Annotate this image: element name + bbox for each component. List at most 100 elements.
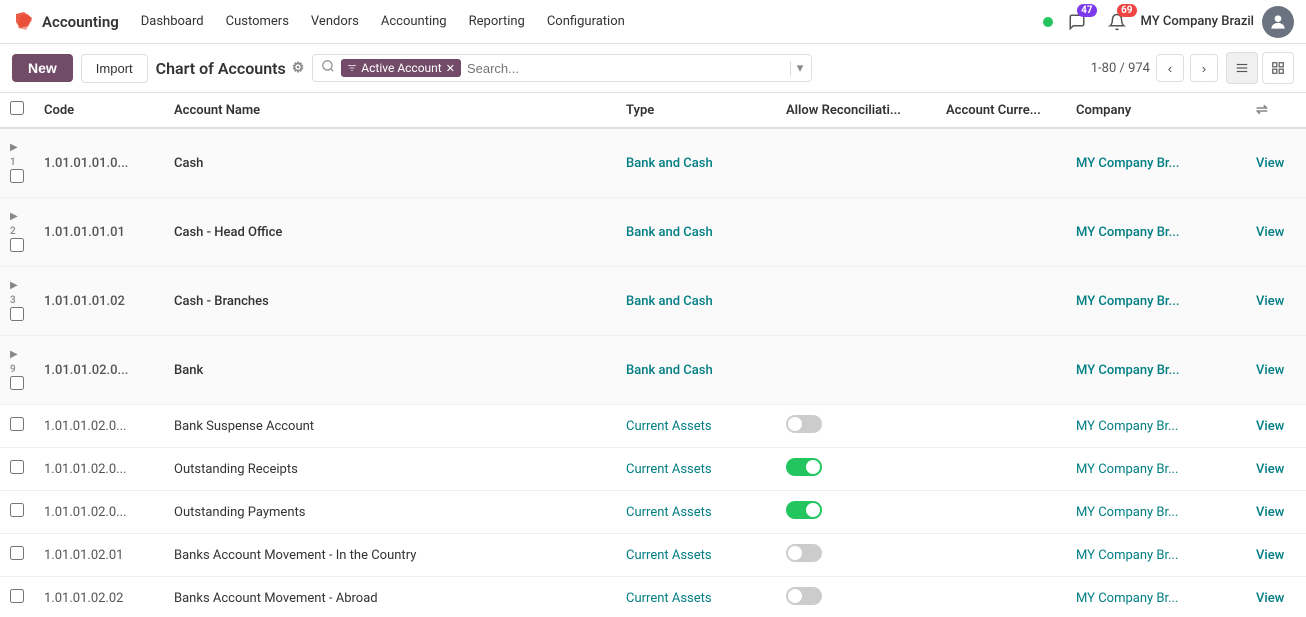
messages-badge: 47	[1077, 4, 1096, 17]
app-name: Accounting	[42, 13, 119, 31]
row-checkbox-cell	[0, 491, 34, 534]
active-account-filter[interactable]: Active Account ✕	[341, 59, 461, 77]
view-link[interactable]: View	[1256, 462, 1284, 477]
row-reconcile	[776, 267, 936, 336]
table-row: ▶ 3 1.01.01.01.02 Cash - Branches Bank a…	[0, 267, 1306, 336]
row-code: 1.01.01.02.01	[34, 534, 164, 577]
search-icon	[321, 59, 335, 77]
group-expand-icon[interactable]: ▶ 9	[10, 349, 20, 375]
row-currency	[936, 267, 1066, 336]
nav-accounting[interactable]: Accounting	[371, 8, 457, 35]
nav-reporting[interactable]: Reporting	[459, 8, 535, 35]
th-adjust[interactable]: ⇌	[1246, 93, 1306, 128]
reconcile-toggle[interactable]	[786, 587, 822, 605]
nav-right: 47 69 MY Company Brazil	[1043, 6, 1294, 38]
row-checkbox[interactable]	[10, 376, 24, 390]
search-input[interactable]	[467, 61, 784, 76]
row-checkbox[interactable]	[10, 460, 24, 474]
row-company: MY Company Br...	[1066, 491, 1246, 534]
row-currency	[936, 405, 1066, 448]
view-link[interactable]: View	[1256, 363, 1284, 378]
row-reconcile	[776, 491, 936, 534]
row-account-name: Cash	[164, 128, 616, 198]
th-currency[interactable]: Account Curre...	[936, 93, 1066, 128]
row-company: MY Company Br...	[1066, 128, 1246, 198]
kanban-view-button[interactable]	[1262, 52, 1294, 84]
view-link[interactable]: View	[1256, 591, 1284, 606]
top-nav: Accounting Dashboard Customers Vendors A…	[0, 0, 1306, 44]
column-adjust-icon[interactable]: ⇌	[1256, 102, 1268, 118]
th-type[interactable]: Type	[616, 93, 776, 128]
select-all-header[interactable]	[0, 93, 34, 128]
row-checkbox[interactable]	[10, 589, 24, 603]
view-link[interactable]: View	[1256, 225, 1284, 240]
row-checkbox[interactable]	[10, 546, 24, 560]
view-link[interactable]: View	[1256, 294, 1284, 309]
nav-vendors[interactable]: Vendors	[301, 8, 369, 35]
row-code: 1.01.01.01.02	[34, 267, 164, 336]
row-view-cell: View	[1246, 577, 1306, 615]
table-row: 1.01.01.02.0... Outstanding Receipts Cur…	[0, 448, 1306, 491]
view-link[interactable]: View	[1256, 505, 1284, 520]
row-checkbox-cell	[0, 577, 34, 615]
row-checkbox-cell: ▶ 2	[0, 198, 34, 267]
table-row: ▶ 2 1.01.01.01.01 Cash - Head Office Ban…	[0, 198, 1306, 267]
row-code: 1.01.01.01.0...	[34, 128, 164, 198]
user-avatar[interactable]	[1262, 6, 1294, 38]
row-view-cell: View	[1246, 336, 1306, 405]
nav-configuration[interactable]: Configuration	[537, 8, 635, 35]
row-account-name: Bank Suspense Account	[164, 405, 616, 448]
table-row: 1.01.01.02.0... Outstanding Payments Cur…	[0, 491, 1306, 534]
import-button[interactable]: Import	[81, 54, 148, 83]
filter-close-icon[interactable]: ✕	[446, 62, 455, 75]
nav-customers[interactable]: Customers	[216, 8, 299, 35]
row-view-cell: View	[1246, 448, 1306, 491]
group-expand-icon[interactable]: ▶ 1	[10, 142, 20, 168]
row-type: Current Assets	[616, 534, 776, 577]
row-checkbox[interactable]	[10, 417, 24, 431]
group-expand-icon[interactable]: ▶ 2	[10, 211, 20, 237]
messages-button[interactable]: 47	[1061, 6, 1093, 38]
table-container: Code Account Name Type Allow Reconciliat…	[0, 93, 1306, 614]
row-view-cell: View	[1246, 405, 1306, 448]
nav-dashboard[interactable]: Dashboard	[131, 8, 214, 35]
pagination-next-button[interactable]: ›	[1190, 54, 1218, 82]
settings-icon[interactable]: ⚙	[292, 60, 305, 76]
status-indicator	[1043, 17, 1053, 27]
row-type: Bank and Cash	[616, 336, 776, 405]
row-reconcile	[776, 336, 936, 405]
row-type: Bank and Cash	[616, 198, 776, 267]
pagination-prev-button[interactable]: ‹	[1156, 54, 1184, 82]
row-company: MY Company Br...	[1066, 448, 1246, 491]
row-checkbox[interactable]	[10, 169, 24, 183]
row-checkbox-cell	[0, 448, 34, 491]
row-type: Current Assets	[616, 491, 776, 534]
page-title: Chart of Accounts ⚙	[156, 59, 305, 78]
row-reconcile	[776, 534, 936, 577]
row-reconcile	[776, 128, 936, 198]
th-code[interactable]: Code	[34, 93, 164, 128]
row-account-name: Outstanding Payments	[164, 491, 616, 534]
list-view-button[interactable]	[1226, 52, 1258, 84]
view-link[interactable]: View	[1256, 419, 1284, 434]
group-expand-icon[interactable]: ▶ 3	[10, 280, 20, 306]
row-reconcile	[776, 405, 936, 448]
th-reconcile[interactable]: Allow Reconciliati...	[776, 93, 936, 128]
table-row: 1.01.01.02.01 Banks Account Movement - I…	[0, 534, 1306, 577]
select-all-checkbox[interactable]	[10, 101, 24, 115]
reconcile-toggle[interactable]	[786, 415, 822, 433]
reconcile-toggle[interactable]	[786, 501, 822, 519]
row-company: MY Company Br...	[1066, 534, 1246, 577]
view-link[interactable]: View	[1256, 156, 1284, 171]
reconcile-toggle[interactable]	[786, 544, 822, 562]
row-checkbox[interactable]	[10, 503, 24, 517]
view-link[interactable]: View	[1256, 548, 1284, 563]
row-checkbox[interactable]	[10, 238, 24, 252]
row-checkbox[interactable]	[10, 307, 24, 321]
th-name[interactable]: Account Name	[164, 93, 616, 128]
new-button[interactable]: New	[12, 54, 73, 82]
th-company[interactable]: Company	[1066, 93, 1246, 128]
notifications-button[interactable]: 69	[1101, 6, 1133, 38]
search-dropdown-icon[interactable]: ▾	[790, 61, 804, 76]
reconcile-toggle[interactable]	[786, 458, 822, 476]
